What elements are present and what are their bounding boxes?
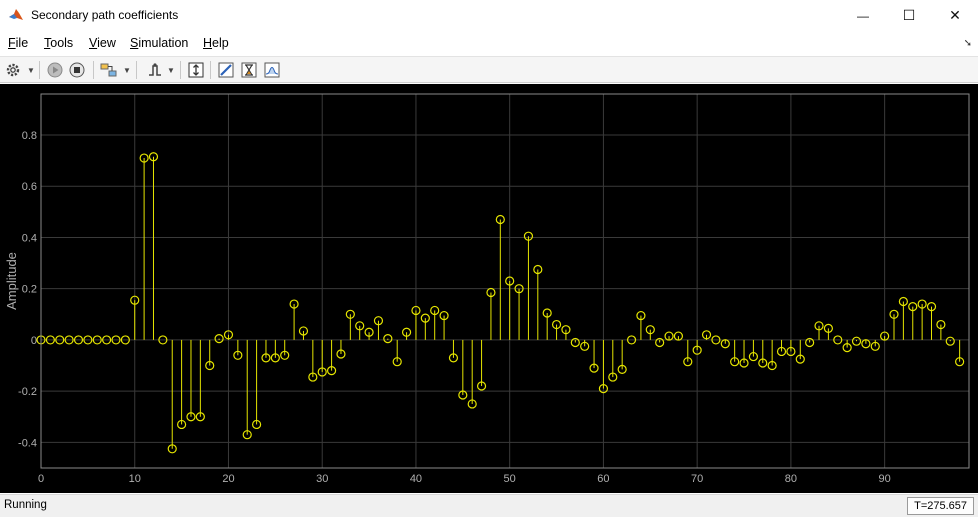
peak-finder-icon[interactable] [239,60,259,80]
signal-selector-icon[interactable] [99,60,119,80]
x-tick-label: 20 [222,473,234,485]
x-tick-label: 60 [597,473,609,485]
stem-plot[interactable]: 0 10 20 30 40 50 60 70 80 90 -0.4 -0.2 0 0.2 0.4 0.6 0.8… [0,84,978,493]
y-tick-label: 0.6 [22,181,37,193]
gear-icon[interactable] [3,60,23,80]
autoscale-icon[interactable] [186,60,206,80]
trigger-icon[interactable] [145,60,165,80]
y-tick-label: -0.2 [18,386,37,398]
signal-dropdown-icon[interactable]: ▼ [123,66,131,75]
toolbar-separator [93,61,94,79]
stems [36,152,965,454]
x-tick-label: 10 [129,473,141,485]
stop-icon[interactable] [67,60,87,80]
cursor-measure-icon[interactable] [216,60,236,80]
x-tick-label: 30 [316,473,328,485]
close-button[interactable]: ✕ [932,0,978,31]
title-bar: Secondary path coefficients — ☐ ✕ [0,0,978,31]
menu-simulation[interactable]: Simulation [130,36,188,50]
menu-bar: File Tools View Simulation Help ➘ [0,31,978,56]
toolbar-separator [180,61,181,79]
axes-border [40,93,970,469]
matlab-icon [8,7,24,23]
toolbar-separator [39,61,40,79]
menu-file[interactable]: File [8,36,28,50]
grid [40,94,969,468]
y-tick-label: 0.4 [22,232,37,244]
menu-view[interactable]: View [89,36,116,50]
toolbar-separator [136,61,137,79]
x-tick-label: 40 [410,473,422,485]
menu-dock-arrow-icon[interactable]: ➘ [964,38,972,49]
x-tick-label: 70 [691,473,703,485]
status-bar: Running T=275.657 [0,494,978,517]
y-tick-label: 0.2 [22,284,37,296]
x-tick-label: 80 [785,473,797,485]
y-tick-label: -0.4 [18,437,37,449]
statistics-icon[interactable] [262,60,282,80]
toolbar: ▼ ▼ ▼ [0,56,978,83]
y-axis-label: Amplitude [4,252,19,310]
x-tick-label: 50 [504,473,516,485]
close-icon: ✕ [949,7,961,23]
maximize-button[interactable]: ☐ [886,0,932,31]
maximize-icon: ☐ [902,7,916,23]
simulation-status: Running [4,499,47,511]
trigger-dropdown-icon[interactable]: ▼ [167,66,175,75]
menu-tools[interactable]: Tools [44,36,73,50]
simulation-time: T=275.657 [907,497,974,515]
y-tick-label: 0 [31,335,37,347]
window-title: Secondary path coefficients [31,8,179,22]
settings-dropdown-icon[interactable]: ▼ [27,66,35,75]
run-icon[interactable] [45,60,65,80]
menu-help[interactable]: Help [203,36,229,50]
x-tick-label: 0 [38,473,44,485]
minimize-button[interactable]: — [840,0,886,31]
y-tick-label: 0.8 [22,130,37,142]
x-tick-label: 90 [879,473,891,485]
tick-labels: 0 10 20 30 40 50 60 70 80 90 -0.4 -0.2 0 0.2 0.4 0.6 0.8 [18,130,891,485]
toolbar-separator [210,61,211,79]
minimize-icon: — [857,8,869,23]
